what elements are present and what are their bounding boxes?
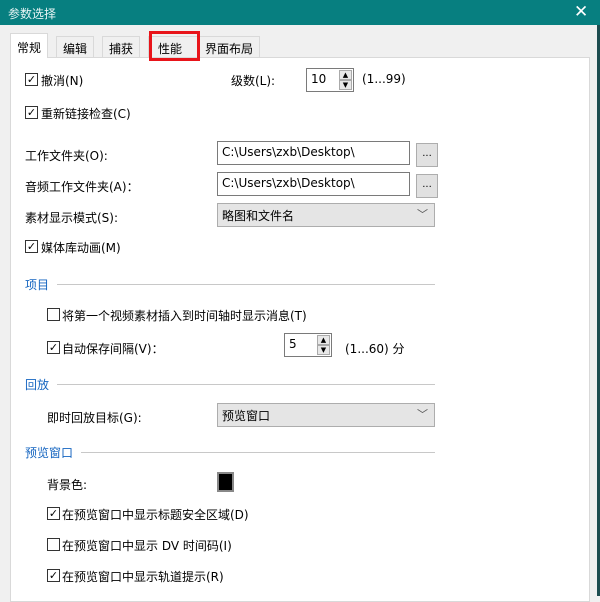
tab-capture[interactable]: 捕获 [102,36,141,57]
levels-value: 10 [311,72,327,86]
tab-label: 常规 [17,41,42,55]
tab-label: 编辑 [63,42,88,56]
playback-heading: 回放 [25,378,50,392]
preview-heading: 预览窗口 [25,446,74,460]
audio-folder-input[interactable]: C:\Users\zxb\Desktop\ [217,172,410,196]
library-anim-checkbox[interactable]: ✓ [25,240,38,253]
highlight-box [149,31,200,61]
audio-folder-label: 音频工作文件夹(A)： [25,180,139,194]
spin-up-icon[interactable]: ▲ [317,335,330,345]
insert-msg-checkbox[interactable] [47,308,60,321]
playback-target-label: 即时回放目标(G): [47,411,142,425]
autosave-label: 自动保存间隔(V)： [62,342,164,356]
undo-checkbox[interactable]: ✓ [25,73,38,86]
work-folder-browse-button[interactable]: ... [416,143,438,167]
dv-timecode-label: 在预览窗口中显示 DV 时间码(I) [62,539,232,553]
bg-color-label: 背景色: [47,478,88,492]
display-mode-label: 素材显示模式(S): [25,211,119,225]
tab-interface-layout[interactable]: 界面布局 [198,36,261,57]
display-mode-value: 略图和文件名 [222,209,295,223]
chevron-down-icon: ﹀ [417,408,428,421]
library-anim-label: 媒体库动画(M) [41,241,121,255]
tab-edit[interactable]: 编辑 [56,36,95,57]
tab-label: 界面布局 [205,42,254,56]
tab-general[interactable]: 常规 [10,33,49,58]
relink-label: 重新链接检查(C) [41,107,131,121]
autosave-value: 5 [289,337,297,351]
dv-timecode-checkbox[interactable] [47,538,60,551]
track-hint-checkbox[interactable]: ✓ [47,569,60,582]
title-bar: 参数选择 ✕ [0,0,600,25]
autosave-checkbox[interactable]: ✓ [47,341,60,354]
levels-label: 级数(L): [231,74,276,88]
insert-msg-label: 将第一个视频素材插入到时间轴时显示消息(T) [62,309,307,323]
work-folder-label: 工作文件夹(O): [25,149,108,163]
work-folder-input[interactable]: C:\Users\zxb\Desktop\ [217,141,410,165]
autosave-range: (1...60) 分 [345,342,405,356]
levels-spinner[interactable]: 10 ▲ ▼ [306,68,354,92]
undo-label: 撤消(N) [41,74,84,88]
spin-down-icon[interactable]: ▼ [317,345,330,355]
title-safe-label: 在预览窗口中显示标题安全区域(D) [62,508,249,522]
divider [81,452,435,453]
bg-color-swatch[interactable] [217,472,234,492]
playback-target-select[interactable]: 预览窗口 ﹀ [217,403,435,427]
audio-folder-browse-button[interactable]: ... [416,174,438,198]
window-title: 参数选择 [8,7,57,21]
divider [57,384,435,385]
relink-checkbox[interactable]: ✓ [25,106,38,119]
title-safe-checkbox[interactable]: ✓ [47,507,60,520]
levels-range: (1...99) [362,72,406,86]
track-hint-label: 在预览窗口中显示轨道提示(R) [62,570,224,584]
display-mode-select[interactable]: 略图和文件名 ﹀ [217,203,435,227]
spin-up-icon[interactable]: ▲ [339,70,352,80]
tab-label: 捕获 [109,42,134,56]
project-heading: 项目 [25,278,50,292]
autosave-spinner[interactable]: 5 ▲ ▼ [284,333,332,357]
close-icon[interactable]: ✕ [574,2,588,22]
divider [57,284,435,285]
playback-target-value: 预览窗口 [222,409,271,423]
spin-down-icon[interactable]: ▼ [339,80,352,90]
chevron-down-icon: ﹀ [417,208,428,221]
